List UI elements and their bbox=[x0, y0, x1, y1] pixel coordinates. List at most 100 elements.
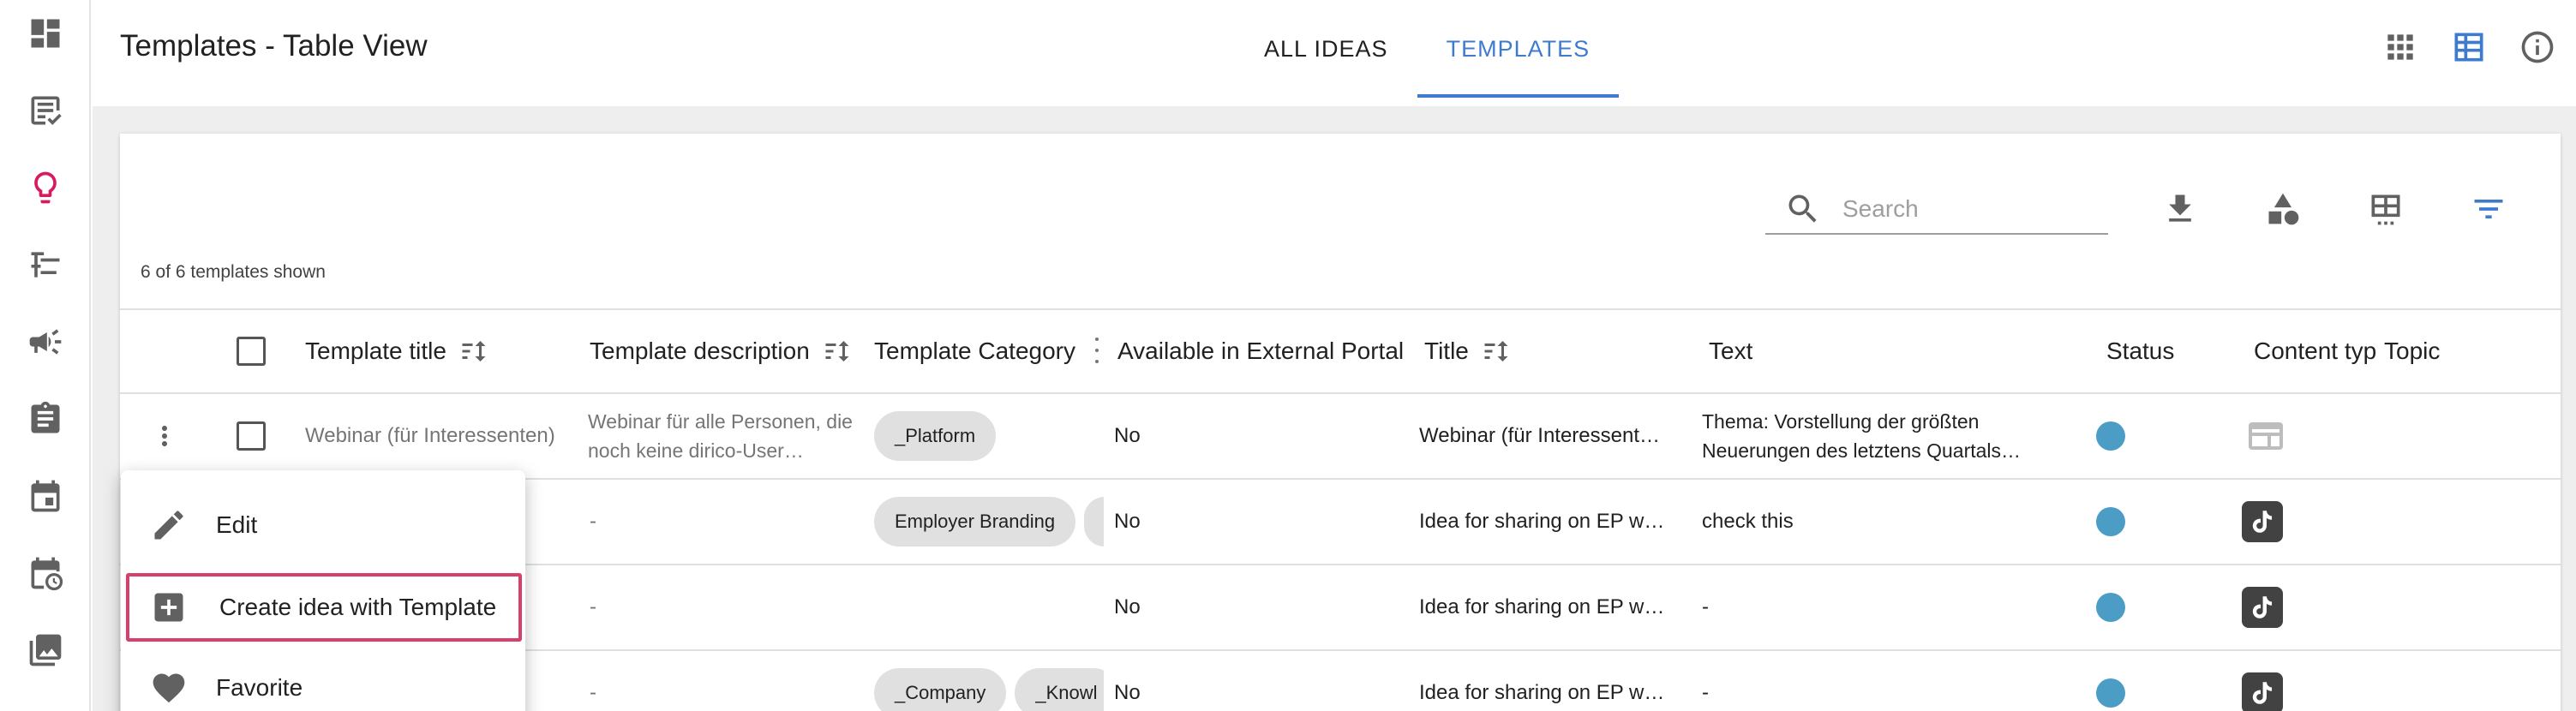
table-columns-icon bbox=[2371, 194, 2400, 225]
select-all-checkbox[interactable] bbox=[237, 337, 266, 366]
cell-content-type bbox=[2242, 480, 2283, 564]
pencil-icon bbox=[154, 511, 183, 540]
column-label: Available in External Portal bbox=[1117, 338, 1405, 364]
column-label: Template title bbox=[305, 338, 446, 364]
menu-item-create-idea-with-template[interactable]: Create idea with Template bbox=[126, 573, 522, 642]
menu-item-edit[interactable]: Edit bbox=[121, 491, 525, 559]
lightbulb-icon bbox=[34, 171, 57, 204]
cell-text: check this bbox=[1702, 510, 1794, 533]
cell-external-portal: No bbox=[1114, 595, 1141, 618]
rail-scheduled[interactable] bbox=[24, 552, 67, 594]
status-dot bbox=[2096, 507, 2125, 536]
more-vertical-icon bbox=[162, 426, 167, 446]
tiktok-icon bbox=[2242, 672, 2283, 711]
sort-icon[interactable] bbox=[458, 336, 489, 367]
category-chip: Employer Branding bbox=[874, 497, 1076, 547]
status-dot bbox=[2096, 593, 2125, 622]
rail-timeline[interactable] bbox=[24, 243, 67, 286]
cell-status bbox=[2096, 651, 2125, 711]
menu-item-favorite[interactable]: Favorite bbox=[121, 654, 525, 711]
campaign-icon bbox=[29, 329, 62, 355]
category-chip: _Company bbox=[874, 668, 1007, 711]
column-label: Text bbox=[1709, 338, 1753, 364]
cell-template-category: Employer Branding bbox=[874, 480, 1104, 564]
download-icon bbox=[2169, 194, 2191, 222]
cell-template-description: Webinar für alle Personen, die noch kein… bbox=[588, 410, 853, 462]
calendar-icon bbox=[31, 480, 60, 512]
rail-campaigns[interactable] bbox=[24, 320, 67, 363]
search-icon bbox=[1788, 194, 1817, 223]
dashboard-icon bbox=[31, 19, 60, 48]
column-status[interactable]: Status bbox=[2106, 310, 2174, 392]
category-chip: _Knowl bbox=[1015, 668, 1104, 711]
sort-icon[interactable] bbox=[1481, 336, 1512, 367]
tab-templates[interactable]: TEMPLATES bbox=[1417, 0, 1620, 98]
column-topic[interactable]: Topic bbox=[2384, 310, 2440, 392]
cell-title: Idea for sharing on EP w… bbox=[1419, 595, 1665, 618]
column-label: Title bbox=[1424, 338, 1469, 364]
scheduled-calendar-icon bbox=[31, 557, 63, 591]
top-bar: Templates - Table View ALL IDEAS TEMPLAT… bbox=[93, 0, 2576, 106]
column-text[interactable]: Text bbox=[1709, 310, 1752, 392]
rail-dashboard[interactable] bbox=[24, 12, 67, 55]
column-content-type[interactable]: Content typ bbox=[2254, 310, 2377, 392]
cell-template-description: - bbox=[590, 510, 596, 533]
shapes-icon bbox=[2268, 193, 2299, 225]
tiktok-icon bbox=[2242, 587, 2283, 628]
cell-content-type bbox=[2242, 565, 2283, 649]
clipboard-icon bbox=[31, 401, 60, 433]
table-header: Template title Template description Temp… bbox=[120, 308, 2561, 394]
select-all-cell bbox=[237, 310, 266, 392]
column-template-title[interactable]: Template title bbox=[305, 310, 489, 392]
column-template-description[interactable]: Template description bbox=[590, 310, 862, 392]
rail-media[interactable] bbox=[24, 629, 67, 672]
column-external-portal[interactable]: Available in External Portal bbox=[1117, 310, 1414, 392]
table-columns-button[interactable] bbox=[2362, 185, 2410, 233]
table-view-button[interactable] bbox=[2447, 26, 2490, 69]
timeline-icon bbox=[31, 252, 60, 278]
row-context-menu: Edit Create idea with Template Favorite bbox=[121, 470, 525, 711]
info-icon bbox=[2521, 31, 2554, 63]
cell-external-portal: No bbox=[1114, 424, 1141, 447]
shown-count: 6 of 6 templates shown bbox=[141, 262, 326, 282]
rail-ideas[interactable] bbox=[24, 166, 67, 209]
media-library-icon bbox=[29, 634, 62, 666]
column-resize-handle[interactable] bbox=[1095, 338, 1099, 363]
grid-view-button[interactable] bbox=[2379, 26, 2422, 69]
row-menu-button[interactable] bbox=[147, 419, 182, 453]
cell-title: Idea for sharing on EP w… bbox=[1419, 510, 1665, 533]
search-input[interactable] bbox=[1842, 195, 2082, 223]
cell-status bbox=[2096, 565, 2125, 649]
search-box bbox=[1765, 185, 2108, 235]
column-title[interactable]: Title bbox=[1424, 310, 1512, 392]
cell-external-portal: No bbox=[1114, 510, 1141, 533]
view-actions bbox=[2379, 26, 2559, 69]
sort-icon[interactable] bbox=[822, 336, 853, 367]
menu-item-label: Favorite bbox=[216, 674, 303, 701]
download-button[interactable] bbox=[2156, 185, 2204, 233]
view-tabs: ALL IDEAS TEMPLATES bbox=[1235, 0, 1619, 98]
row-checkbox[interactable] bbox=[237, 421, 266, 451]
tab-all-ideas[interactable]: ALL IDEAS bbox=[1235, 0, 1417, 98]
left-navigation-rail bbox=[0, 0, 91, 711]
cell-template-category: _Platform bbox=[874, 394, 1104, 478]
page-title: Templates - Table View bbox=[120, 29, 428, 63]
cell-text: - bbox=[1702, 681, 1709, 704]
row-actions-cell bbox=[147, 394, 182, 478]
cell-title: Idea for sharing on EP w… bbox=[1419, 681, 1665, 704]
column-template-category[interactable]: Template Category bbox=[874, 310, 1104, 392]
shapes-button[interactable] bbox=[2259, 185, 2307, 233]
cell-content-type bbox=[2245, 394, 2286, 478]
rail-assignments[interactable] bbox=[24, 397, 67, 440]
column-label: Template Category bbox=[874, 338, 1076, 364]
category-chip bbox=[1084, 497, 1104, 547]
table-row[interactable]: Webinar (für Interessenten) Webinar für … bbox=[120, 394, 2561, 480]
rail-calendar[interactable] bbox=[24, 475, 67, 517]
filter-button[interactable] bbox=[2465, 185, 2513, 233]
cell-template-title: Webinar (für Interessenten) bbox=[305, 424, 555, 447]
rail-ideas-list[interactable] bbox=[24, 89, 67, 132]
column-label: Content typ bbox=[2254, 338, 2377, 364]
table-toolbar: 6 of 6 templates shown bbox=[120, 134, 2561, 305]
info-button[interactable] bbox=[2516, 26, 2559, 69]
cell-content-type bbox=[2242, 651, 2283, 711]
